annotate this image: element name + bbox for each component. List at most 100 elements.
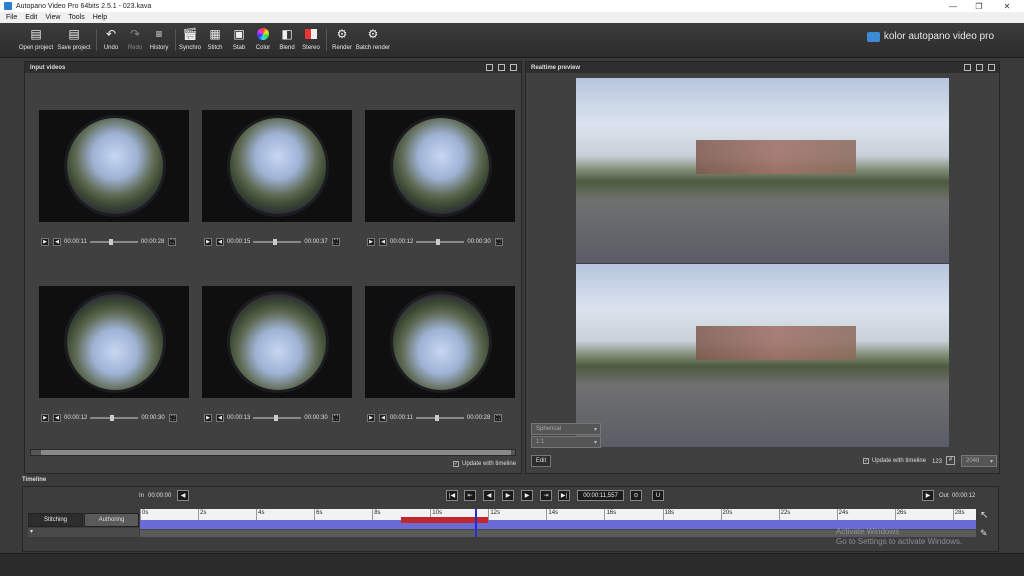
stereo-button[interactable]: Stereo xyxy=(300,26,322,51)
maximize-panel-icon[interactable] xyxy=(498,64,505,71)
volume-icon[interactable]: ◀ xyxy=(53,238,61,246)
fullscreen-icon[interactable]: ⛶ xyxy=(331,238,340,246)
video-thumbnail[interactable] xyxy=(365,286,515,398)
undock-icon[interactable] xyxy=(486,64,493,71)
color-button[interactable]: Color xyxy=(252,26,274,51)
play-icon[interactable]: ▶ xyxy=(204,414,212,422)
save-project-button[interactable]: ▤ Save project xyxy=(56,26,92,51)
volume-icon[interactable]: ◀ xyxy=(379,414,387,422)
stab-icon: ▣ xyxy=(233,27,245,41)
menu-edit[interactable]: Edit xyxy=(25,14,37,21)
video-scrubber[interactable] xyxy=(416,239,465,245)
fullscreen-icon[interactable]: ⛶ xyxy=(494,238,503,246)
maximize-button[interactable]: ❐ xyxy=(966,0,992,12)
input-update-checkbox[interactable]: ✓ Update with timeline xyxy=(453,461,516,467)
set-out-button[interactable]: ▶ xyxy=(922,490,934,501)
fullscreen-icon[interactable]: ⛶ xyxy=(168,414,177,422)
resolution-select[interactable]: 2048 xyxy=(961,455,997,467)
current-time-field[interactable]: 00:00:11,557 xyxy=(577,490,624,501)
video-thumbnail[interactable] xyxy=(365,110,515,222)
video-thumbnail[interactable] xyxy=(39,286,189,398)
video-scrubber-handle[interactable] xyxy=(435,415,440,421)
play-icon[interactable]: ▶ xyxy=(41,414,49,422)
render-button[interactable]: ⚙ Render xyxy=(330,26,354,51)
ruler-tick-label: 10s xyxy=(432,510,442,516)
step-forward-icon[interactable]: ▶ xyxy=(521,490,533,501)
video-scrubber-handle[interactable] xyxy=(109,415,114,421)
cut-tool-icon[interactable]: ✎ xyxy=(980,528,988,539)
video-scrubber-handle[interactable] xyxy=(435,239,440,245)
video-scrubber[interactable] xyxy=(253,239,302,245)
close-panel-icon[interactable] xyxy=(510,64,517,71)
play-icon[interactable]: ▶ xyxy=(367,414,375,422)
ruler-tick xyxy=(372,509,374,520)
stab-button[interactable]: ▣ Stab xyxy=(228,26,250,51)
grid-icon[interactable]: # xyxy=(946,456,955,465)
synchro-button[interactable]: 🎬︎ Synchro xyxy=(178,26,202,51)
fullscreen-icon[interactable]: ⛶ xyxy=(168,238,177,246)
cursor-tool-icon[interactable]: ↖ xyxy=(980,510,988,521)
go-end-icon[interactable]: ▶| xyxy=(558,490,570,501)
set-in-button[interactable]: ◀ xyxy=(177,490,189,501)
step-back-icon[interactable]: ◀ xyxy=(483,490,495,501)
undo-button[interactable]: ↶ Undo xyxy=(100,26,122,51)
video-scrubber-handle[interactable] xyxy=(109,239,114,245)
video-scrubber[interactable] xyxy=(415,415,464,421)
play-icon[interactable]: ▶ xyxy=(204,238,212,246)
close-button[interactable]: ✕ xyxy=(994,0,1020,12)
video-thumbnail[interactable] xyxy=(39,110,189,222)
redo-button[interactable]: ↷ Redo xyxy=(124,26,146,51)
video-scrubber-handle[interactable] xyxy=(272,239,277,245)
history-button[interactable]: ≡ History xyxy=(146,26,172,51)
mark-in-icon[interactable]: ⇤ xyxy=(464,490,476,501)
open-project-icon: ▤ xyxy=(30,27,42,41)
track-expand-toggle[interactable]: ▾ xyxy=(28,528,139,537)
fullscreen-icon[interactable]: ⛶ xyxy=(494,414,503,422)
preview-image-left-eye[interactable] xyxy=(576,78,949,263)
zoom-mode-select[interactable]: 1:1 xyxy=(531,436,601,448)
volume-icon[interactable]: ◀ xyxy=(216,238,224,246)
minimize-button[interactable]: — xyxy=(940,0,966,12)
go-start-icon[interactable]: |◀ xyxy=(446,490,458,501)
video-thumbnail[interactable] xyxy=(202,286,352,398)
snapshot-icon[interactable]: ⊙ xyxy=(630,490,642,501)
video-scrubber[interactable] xyxy=(89,239,138,245)
video-thumbnail[interactable] xyxy=(202,110,352,222)
loop-icon[interactable]: U xyxy=(652,490,664,501)
play-icon[interactable]: ▶ xyxy=(367,238,375,246)
preview-update-checkbox[interactable]: ✓ Update with timeline xyxy=(863,458,926,464)
blend-button[interactable]: ◧ Blend xyxy=(276,26,298,51)
projection-select[interactable]: Spherical xyxy=(531,423,601,435)
menu-tools[interactable]: Tools xyxy=(68,14,84,21)
fullscreen-icon[interactable]: ⛶ xyxy=(331,414,340,422)
preview-image-right-eye[interactable] xyxy=(576,264,949,447)
menu-help[interactable]: Help xyxy=(93,14,107,21)
edit-button[interactable]: Edit xyxy=(531,455,551,467)
stitch-button[interactable]: ▦ Stitch xyxy=(204,26,226,51)
menu-view[interactable]: View xyxy=(45,14,60,21)
undock-icon[interactable] xyxy=(964,64,971,71)
tab-authoring[interactable]: Authoring xyxy=(84,513,139,527)
volume-icon[interactable]: ◀ xyxy=(216,414,224,422)
gear-icon: ⚙ xyxy=(336,27,348,41)
tab-stitching[interactable]: Stitching xyxy=(28,513,83,527)
video-controls: ▶ ◀ 00:00:12 00:00:30 ⛶ xyxy=(367,237,515,247)
history-icon: ≡ xyxy=(155,27,163,41)
horizontal-scrollbar[interactable] xyxy=(30,449,516,456)
volume-icon[interactable]: ◀ xyxy=(53,414,61,422)
timeline-playhead[interactable] xyxy=(475,509,478,537)
close-panel-icon[interactable] xyxy=(988,64,995,71)
video-scrubber-handle[interactable] xyxy=(273,415,278,421)
menu-file[interactable]: File xyxy=(6,14,17,21)
mark-out-icon[interactable]: ⇥ xyxy=(540,490,552,501)
volume-icon[interactable]: ◀ xyxy=(379,238,387,246)
play-icon[interactable]: ▶ xyxy=(502,490,514,501)
maximize-panel-icon[interactable] xyxy=(976,64,983,71)
video-scrubber[interactable] xyxy=(90,415,139,421)
batch-render-button[interactable]: ⚙ Batch render xyxy=(355,26,391,51)
scrollbar-thumb[interactable] xyxy=(41,450,511,455)
open-project-button[interactable]: ▤ Open project xyxy=(18,26,54,51)
timeline-ruler[interactable]: 0s 2s 4s 6s 8s 10s 12s 14s 16s 18s 20s 22s 24s 26s 28s xyxy=(140,509,976,520)
play-icon[interactable]: ▶ xyxy=(41,238,49,246)
video-scrubber[interactable] xyxy=(253,415,302,421)
